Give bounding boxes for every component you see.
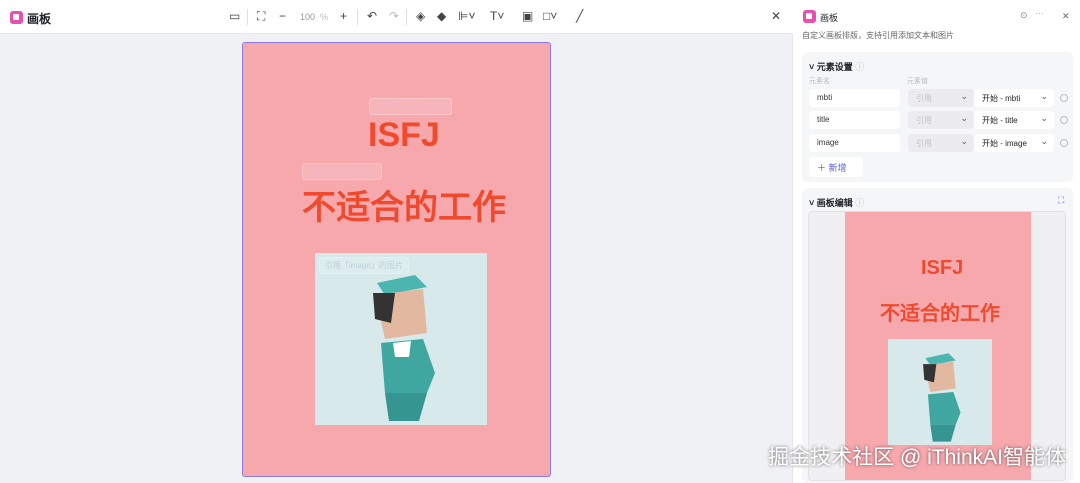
panel-logo-icon <box>803 10 816 23</box>
remove-row-icon[interactable] <box>1060 94 1068 102</box>
align-icon[interactable]: ⊫˅ <box>458 9 475 23</box>
text-tool-icon[interactable]: T˅ <box>490 9 504 23</box>
panel-close-icon[interactable]: ✕ <box>1062 11 1070 22</box>
element-value-select[interactable]: 开始 - image ⌄ <box>974 134 1054 152</box>
element-name-input[interactable]: mbti <box>809 89 900 107</box>
more-icon[interactable]: ··· <box>1035 8 1044 18</box>
nurse-image[interactable]: 引用「image」的图片 <box>315 253 487 425</box>
expand-icon[interactable]: ⛶ <box>1058 195 1064 206</box>
layer-down-icon[interactable]: ◆ <box>437 9 446 23</box>
frame-icon[interactable]: ▭ <box>229 9 240 23</box>
canvas-area[interactable]: 画板 ▭ ⛶ − 100 % + ↶ ↷ ◈ ◆ ⊫˅ T˅ ▣ □˅ ╱ ✕ … <box>0 0 793 483</box>
elements-section-title[interactable]: ˅ 元素设置 ⓘ <box>809 60 864 73</box>
mbti-text[interactable]: ISFJ <box>368 116 440 155</box>
properties-panel: 画板 ⊙ ··· ✕ 自定义画板排版，支持引用添加文本和图片 ˅ 元素设置 ⓘ … <box>795 0 1080 483</box>
nurse-illustration <box>373 275 435 421</box>
editor-card: ˅ 画板编辑 ⓘ ⛶ ISFJ 不适合的工作 <box>802 188 1073 483</box>
element-type-select[interactable]: 引用 ⌄ <box>908 89 974 107</box>
preview-title-text: 不适合的工作 <box>880 303 1000 325</box>
add-element-button[interactable]: ＋ 新增 <box>809 157 863 177</box>
col-name-label: 元素名 <box>809 78 830 85</box>
panel-title: 画板 <box>820 13 839 23</box>
zoom-unit: % <box>320 12 329 22</box>
mbti-ref-tag: 引用「mbti」的文本 <box>369 98 453 115</box>
close-icon[interactable]: ✕ <box>771 9 781 23</box>
shape-tool-icon[interactable]: □˅ <box>543 9 557 23</box>
image-ref-tag: 引用「image」的图片 <box>319 257 409 274</box>
remove-row-icon[interactable] <box>1060 116 1068 124</box>
element-type-select[interactable]: 引用 ⌄ <box>908 111 974 129</box>
pen-tool-icon[interactable]: ╱ <box>576 9 583 23</box>
element-name-input[interactable]: image <box>809 134 900 152</box>
zoom-value[interactable]: 100 <box>300 12 315 22</box>
zoom-in-button[interactable]: + <box>340 9 347 23</box>
board-logo-icon <box>10 11 23 24</box>
image-tool-icon[interactable]: ▣ <box>522 9 533 23</box>
redo-icon[interactable]: ↷ <box>389 9 399 23</box>
elements-card: ˅ 元素设置 ⓘ 元素名 元素值 mbti 引用 ⌄ 开始 - mbti ⌄ tit… <box>802 52 1073 182</box>
remove-row-icon[interactable] <box>1060 139 1068 147</box>
zoom-out-button[interactable]: − <box>279 9 286 23</box>
preview-nurse-illustration <box>923 353 961 442</box>
element-value-select[interactable]: 开始 - title ⌄ <box>974 111 1054 129</box>
layer-up-icon[interactable]: ◈ <box>416 9 425 23</box>
element-type-select[interactable]: 引用 ⌄ <box>908 134 974 152</box>
toolbar: 画板 ▭ ⛶ − 100 % + ↶ ↷ ◈ ◆ ⊫˅ T˅ ▣ □˅ ╱ ✕ <box>0 0 793 34</box>
element-value-select[interactable]: 开始 - mbti ⌄ <box>974 89 1054 107</box>
artboard[interactable]: 引用「mbti」的文本 ISFJ 引用「title」的文本 不适合的工作 引用「… <box>242 42 551 477</box>
editor-section-title[interactable]: ˅ 画板编辑 ⓘ <box>809 196 864 209</box>
undo-icon[interactable]: ↶ <box>367 9 377 23</box>
watermark: 掘金技术社区 @ iThinkAI智能体 <box>768 446 1066 469</box>
app-title: 画板 <box>27 12 52 26</box>
run-icon[interactable]: ⊙ <box>1020 10 1028 21</box>
preview-image <box>888 339 992 445</box>
title-text[interactable]: 不适合的工作 <box>302 180 506 229</box>
fit-screen-icon[interactable]: ⛶ <box>257 9 265 24</box>
title-ref-tag: 引用「title」的文本 <box>302 163 383 180</box>
panel-description: 自定义画板排版，支持引用添加文本和图片 <box>802 31 954 40</box>
col-value-label: 元素值 <box>907 78 928 85</box>
element-name-input[interactable]: title <box>809 111 900 129</box>
preview-mbti-text: ISFJ <box>921 257 964 279</box>
